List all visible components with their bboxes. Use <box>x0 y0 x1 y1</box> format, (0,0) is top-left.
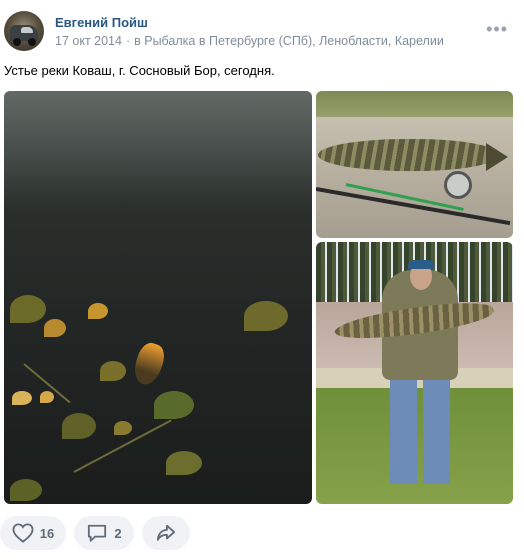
reel-shape <box>444 171 472 199</box>
pike-tail-shape <box>486 143 508 171</box>
avatar-wheel <box>28 38 36 46</box>
group-link[interactable]: в Рыбалка в Петербурге (СПб), Ленобласти… <box>134 34 444 48</box>
grass-strip <box>316 91 513 117</box>
leaf-shape <box>10 479 42 501</box>
meta-separator: · <box>125 34 131 48</box>
leaf-shape <box>154 391 194 419</box>
share-button[interactable] <box>142 516 190 550</box>
photo-man-pike[interactable] <box>316 242 513 504</box>
fish-shape <box>130 340 168 388</box>
more-horizontal-icon: ••• <box>486 19 508 39</box>
leaf-shape <box>100 361 126 381</box>
rod-shape <box>316 187 511 226</box>
avatar-wheel <box>13 38 21 46</box>
pike-shape <box>318 139 496 171</box>
photo-ice-leaves[interactable] <box>4 91 312 504</box>
share-icon <box>155 523 177 543</box>
author-name-link[interactable]: Евгений Пойш <box>55 15 148 30</box>
likes-count: 16 <box>39 525 55 541</box>
post-meta: 17 окт 2014 · в Рыбалка в Петербурге (СПб)… <box>55 34 444 48</box>
leaf-shape <box>44 319 66 337</box>
post-date-link[interactable]: 17 окт 2014 <box>55 34 122 48</box>
more-options-button[interactable]: ••• <box>486 20 508 38</box>
photo-pike-rod[interactable] <box>316 91 513 238</box>
leaf-shape <box>244 301 288 331</box>
leaf-shape <box>114 421 132 435</box>
heart-icon <box>12 523 34 543</box>
comment-icon <box>86 523 108 543</box>
comments-count: 2 <box>114 525 122 541</box>
man-cap <box>408 260 434 269</box>
comment-button[interactable]: 2 <box>74 516 134 550</box>
like-button[interactable]: 16 <box>0 516 66 550</box>
author-avatar[interactable] <box>4 11 44 51</box>
leaf-shape <box>12 391 32 405</box>
man-legs <box>390 380 450 484</box>
leaf-shape <box>88 303 108 319</box>
leaf-shape <box>62 413 96 439</box>
post-text: Устье реки Коваш, г. Сосновый Бор, сегод… <box>4 63 275 78</box>
leaf-shape <box>166 451 202 475</box>
leaf-shape <box>10 295 46 323</box>
avatar-window-shape <box>21 27 33 33</box>
leaf-shape <box>40 391 54 403</box>
ice-sheen <box>4 91 312 211</box>
